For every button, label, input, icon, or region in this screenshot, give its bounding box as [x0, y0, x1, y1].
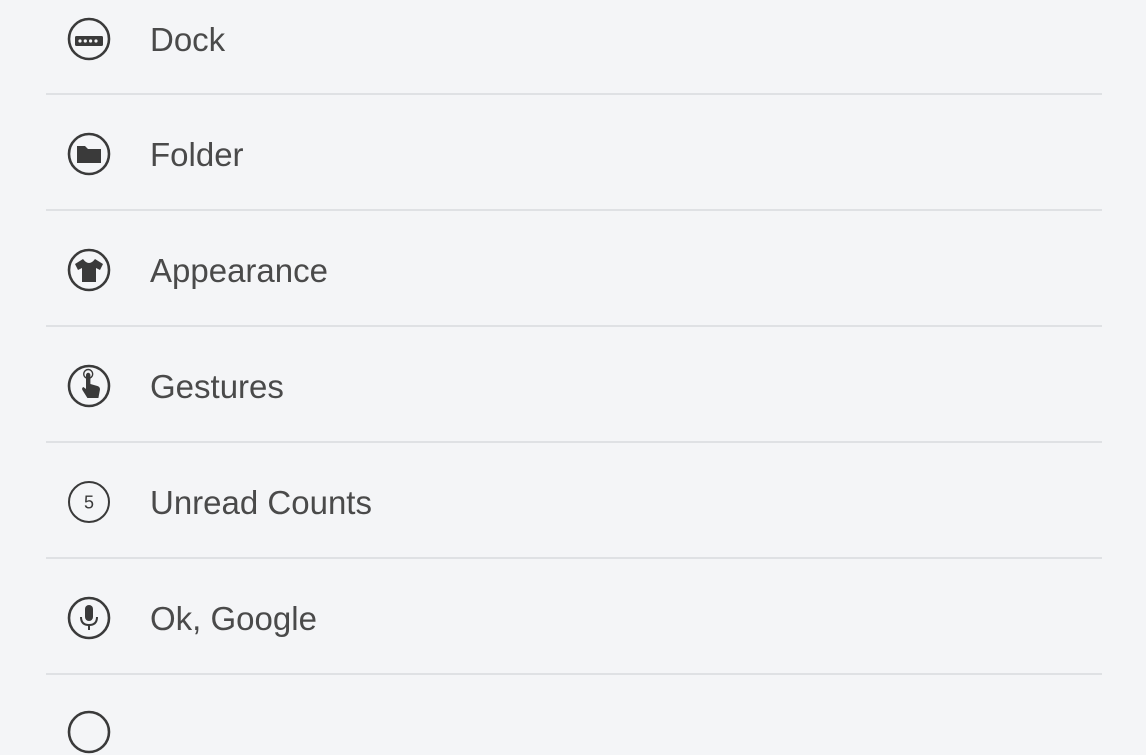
shirt-icon	[67, 248, 111, 292]
folder-icon	[67, 132, 111, 176]
touch-gesture-icon	[67, 364, 111, 408]
settings-item-dock[interactable]: Dock	[46, 0, 1102, 95]
settings-item-partial[interactable]	[46, 675, 1102, 754]
settings-item-label: Unread Counts	[150, 484, 372, 521]
microphone-icon	[67, 596, 111, 640]
settings-item-label: Folder	[150, 136, 244, 173]
settings-list: Dock Folder Appearance Gestures 5 Unread…	[46, 0, 1102, 754]
settings-item-unread-counts[interactable]: 5 Unread Counts	[46, 443, 1102, 559]
settings-item-appearance[interactable]: Appearance	[46, 211, 1102, 327]
settings-item-label: Dock	[150, 21, 226, 58]
unread-count-text: 5	[84, 493, 94, 513]
settings-item-folder[interactable]: Folder	[46, 95, 1102, 211]
settings-item-gestures[interactable]: Gestures	[46, 327, 1102, 443]
settings-item-label: Gestures	[150, 368, 284, 405]
settings-item-ok-google[interactable]: Ok, Google	[46, 559, 1102, 675]
dock-icon	[67, 17, 111, 61]
settings-item-label: Appearance	[150, 252, 328, 289]
settings-item-label: Ok, Google	[150, 600, 317, 637]
unread-count-icon: 5	[68, 481, 110, 523]
